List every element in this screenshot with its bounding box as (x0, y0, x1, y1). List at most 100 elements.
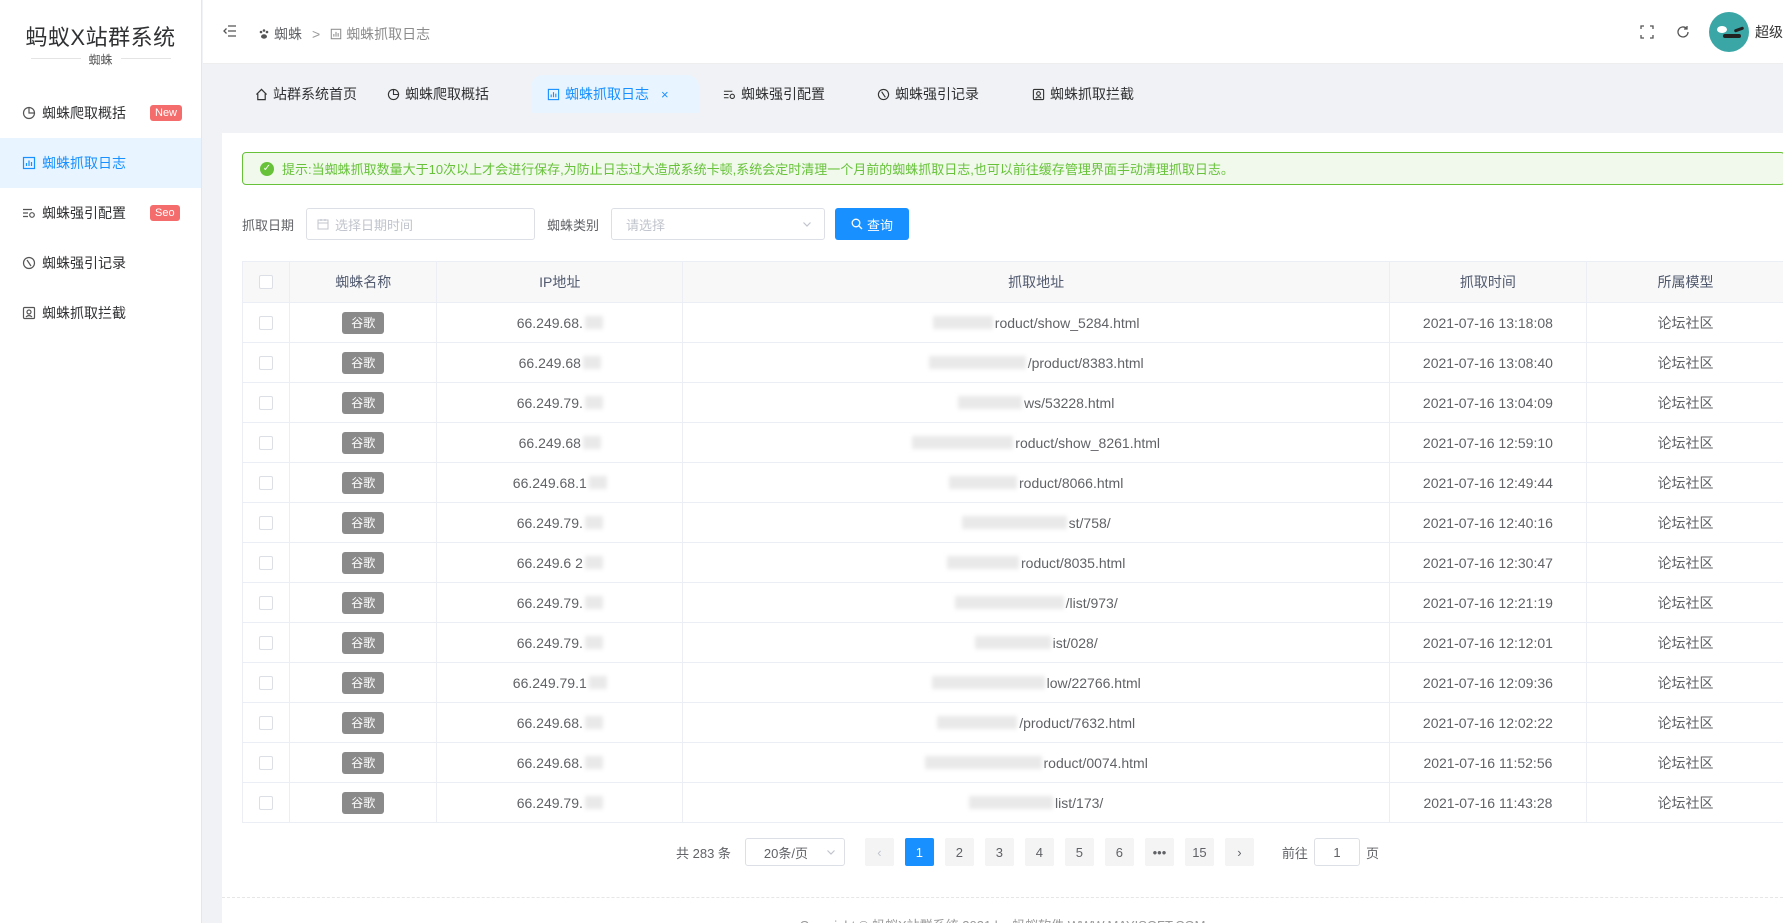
model-cell: 论坛社区 (1657, 394, 1714, 411)
row-checkbox[interactable] (259, 315, 274, 330)
time-cell: 2021-07-16 13:04:09 (1390, 383, 1587, 422)
tab-home[interactable]: 站群系统首页 (239, 75, 373, 113)
ip-text: 66.249.79.1 (512, 674, 587, 691)
close-icon[interactable]: × (661, 87, 669, 102)
breadcrumb-item-spider[interactable]: 蜘蛛 (258, 24, 302, 44)
tab-label: 蜘蛛抓取拦截 (1050, 86, 1134, 102)
redaction-blur (584, 316, 603, 329)
goto-page-input[interactable]: 1 (1313, 838, 1360, 866)
time-cell: 2021-07-16 11:43:28 (1390, 783, 1587, 822)
sidebar-item-force-config[interactable]: 蜘蛛强引配置 Seo (0, 188, 201, 238)
new-badge: New (150, 105, 183, 121)
time-cell: 2021-07-16 12:09:36 (1390, 663, 1587, 702)
tab-force-config[interactable]: 蜘蛛强引配置 (707, 75, 841, 113)
footer-divider (222, 897, 1783, 898)
total-count: 共 283 条 (676, 845, 731, 861)
table-header: 蜘蛛名称 IP地址 抓取地址 抓取时间 所属模型 (243, 262, 1783, 302)
ip-cell: 66.249.68. (437, 743, 684, 782)
prev-page-button[interactable]: ‹ (864, 838, 894, 866)
ip-cell: 66.249.68 (437, 423, 684, 462)
redaction-blur (584, 716, 603, 729)
breadcrumb-label: 蜘蛛抓取日志 (346, 26, 431, 42)
ip-cell: 66.249.79. (437, 623, 684, 662)
row-checkbox[interactable] (259, 515, 274, 530)
row-checkbox[interactable] (259, 475, 274, 490)
ip-cell: 66.249.79. (437, 783, 684, 822)
page-ellipsis-button[interactable]: ••• (1144, 838, 1174, 866)
tab-crawl-intercept[interactable]: 蜘蛛抓取拦截 (1016, 75, 1150, 113)
url-text: roduct/0074.html (1043, 754, 1148, 771)
menu-fold-icon[interactable] (223, 24, 237, 41)
redaction-blur (584, 516, 603, 529)
row-checkbox[interactable] (259, 795, 274, 810)
table-row: 谷歌 66.249.79. /list/973/2021-07-16 12:21:1… (243, 582, 1783, 622)
model-cell: 论坛社区 (1657, 554, 1714, 571)
spider-type-select[interactable]: 请选择 (611, 208, 826, 240)
row-checkbox[interactable] (259, 675, 274, 690)
ip-text: 66.249.68. (516, 314, 583, 331)
page-button[interactable]: 6 (1104, 838, 1134, 866)
bar-chart-icon (330, 28, 342, 40)
query-button[interactable]: 查询 (835, 208, 910, 240)
page-button[interactable]: 2 (944, 838, 974, 866)
url-cell: roduct/show_5284.html (683, 303, 1390, 342)
type-label: 蜘蛛类别 (547, 217, 600, 233)
row-checkbox[interactable] (259, 555, 274, 570)
row-checkbox[interactable] (259, 395, 274, 410)
table-body: 谷歌 66.249.68. roduct/show_5284.html 2021-07… (243, 302, 1783, 822)
row-checkbox[interactable] (259, 755, 274, 770)
sidebar-item-crawl-log[interactable]: 蜘蛛抓取日志 (0, 138, 201, 188)
page-size-select[interactable]: 20条/页 (744, 838, 845, 866)
select-all-checkbox[interactable] (259, 275, 274, 289)
user-name[interactable]: 超级 (1755, 22, 1783, 42)
goto-prefix: 前往 (1281, 845, 1308, 861)
sidebar: 蚂蚁X站群系统 蜘蛛 蜘蛛爬取概括 New 蜘蛛抓取日志 蜘蛛强引配置 Seo (0, 0, 202, 923)
spider-tag: 谷歌 (342, 751, 385, 774)
time-cell: 2021-07-16 12:59:10 (1390, 423, 1587, 462)
fullscreen-icon[interactable] (1637, 22, 1657, 42)
page-button[interactable]: 15 (1184, 838, 1214, 866)
row-checkbox[interactable] (259, 635, 274, 650)
page-button[interactable]: 4 (1024, 838, 1054, 866)
query-button-label: 查询 (867, 217, 894, 233)
url-cell: roduct/0074.html (683, 743, 1390, 782)
calendar-icon (317, 219, 329, 230)
redaction-blur (937, 716, 1018, 729)
spider-name-cell: 谷歌 (290, 383, 438, 422)
row-checkbox[interactable] (259, 715, 274, 730)
tab-label: 蜘蛛爬取概括 (405, 86, 489, 102)
check-circle-icon: ✓ (260, 161, 274, 176)
refresh-icon[interactable] (1673, 22, 1693, 42)
footer-copyright: Copyright © 蚂蚁X站群系统 2021 by 蚂蚁软件 WWW.MAY… (222, 915, 1783, 923)
url-cell: st/758/ (683, 503, 1390, 542)
alert-text: 提示:当蜘蛛抓取数量大于10次以上才会进行保存,为防止日志过大造成系统卡顿,系统… (282, 162, 1234, 177)
tab-force-record[interactable]: 蜘蛛强引记录 (861, 75, 995, 113)
row-checkbox[interactable] (259, 595, 274, 610)
ip-text: 66.249.68. (516, 754, 583, 771)
avatar[interactable] (1709, 12, 1749, 52)
date-picker-input[interactable]: 选择日期时间 (306, 208, 536, 240)
table-row: 谷歌 66.249.68. roduct/show_5284.html 2021-07… (243, 302, 1783, 342)
page-button[interactable]: 5 (1064, 838, 1094, 866)
redaction-blur (588, 476, 607, 489)
spider-tag: 谷歌 (342, 711, 385, 734)
tab-crawl-overview[interactable]: 蜘蛛爬取概括 (371, 75, 505, 113)
table-row: 谷歌 66.249.79. ws/53228.html 2021-07-16 13:0… (243, 382, 1783, 422)
sidebar-item-crawl-overview[interactable]: 蜘蛛爬取概括 New (0, 88, 201, 138)
page-button[interactable]: 3 (984, 838, 1014, 866)
sidebar-item-crawl-intercept[interactable]: 蜘蛛抓取拦截 (0, 288, 201, 338)
spider-tag: 谷歌 (342, 431, 385, 454)
row-checkbox[interactable] (259, 435, 274, 450)
model-cell: 论坛社区 (1657, 714, 1714, 731)
tip-alert: ✓ 提示:当蜘蛛抓取数量大于10次以上才会进行保存,为防止日志过大造成系统卡顿,… (242, 152, 1783, 185)
page-button[interactable]: 1 (904, 838, 934, 866)
sidebar-item-force-record[interactable]: 蜘蛛强引记录 (0, 238, 201, 288)
row-checkbox[interactable] (259, 355, 274, 370)
row-checkbox-cell (243, 703, 291, 742)
url-cell: /product/8383.html (683, 343, 1390, 382)
redaction-blur (912, 436, 1014, 449)
ip-cell: 66.249.79. (437, 583, 684, 622)
tab-crawl-log[interactable]: 蜘蛛抓取日志 × (531, 75, 699, 113)
spider-tag: 谷歌 (342, 631, 385, 654)
next-page-button[interactable]: › (1224, 838, 1254, 866)
